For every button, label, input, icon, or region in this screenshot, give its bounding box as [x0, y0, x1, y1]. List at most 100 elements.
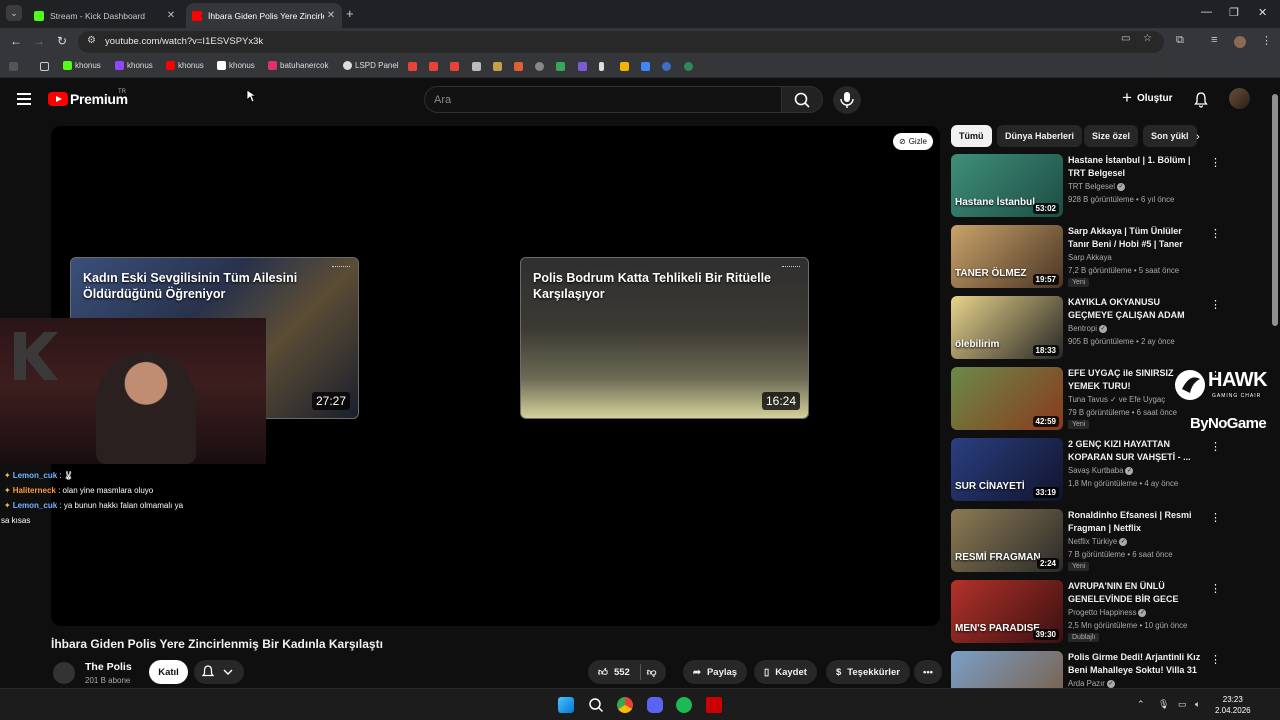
channel-name[interactable]: Progetto Happiness ✓	[1068, 608, 1147, 617]
browser-menu-icon[interactable]: ⋮	[1261, 34, 1272, 47]
recommended-video[interactable]: RESMİ FRAGMAN 2:24 Ronaldinho Efsanesi | R…	[951, 509, 1251, 573]
chip-recently-uploaded[interactable]: Son yükl	[1143, 125, 1197, 147]
tray-chevron-icon[interactable]: ⌃	[1137, 699, 1145, 710]
volume-icon[interactable]: 🔈︎	[1195, 699, 1200, 710]
endscreen-video-card[interactable]: Polis Bodrum Katta Tehlikeli Bir Ritüell…	[520, 257, 809, 419]
video-thumbnail[interactable]: MEN'S PARADISE 39:30	[951, 580, 1063, 643]
like-button[interactable]: 👍︎ 552 👎︎	[588, 660, 667, 684]
channel-name[interactable]: Bentropi ✓	[1068, 324, 1108, 333]
video-thumbnail[interactable]: TANER ÖLMEZ 19:57	[951, 225, 1063, 288]
video-title[interactable]: Ronaldinho Efsanesi | Resmi Fragman | Ne…	[1068, 509, 1204, 535]
gmail-icon[interactable]	[450, 62, 459, 71]
hide-endcards-button[interactable]: ⊘ Gizle	[893, 133, 933, 150]
channel-name[interactable]: Sarp Akkaya	[1068, 253, 1112, 262]
bookmark-icon[interactable]	[535, 62, 544, 71]
media-control-icon[interactable]: ≡	[1211, 34, 1217, 46]
youtube-logo-icon[interactable]	[48, 92, 68, 106]
notifications-button[interactable]	[1193, 91, 1209, 113]
thumbs-down-icon[interactable]: 👎︎	[647, 666, 657, 678]
share-button[interactable]: ➦ Paylaş	[683, 660, 748, 684]
bookmark-instagram[interactable]: batuhanercok	[268, 61, 328, 70]
streaming-app-icon[interactable]	[706, 697, 722, 713]
gmail-icon[interactable]	[429, 62, 438, 71]
close-icon[interactable]: ✕	[164, 10, 178, 21]
gmail-icon[interactable]	[408, 62, 417, 71]
channel-name[interactable]: TRT Belgesel ✓	[1068, 182, 1125, 191]
channel-avatar[interactable]	[53, 662, 75, 684]
more-options-icon[interactable]: ⋮	[1210, 582, 1221, 595]
scrollbar-thumb[interactable]	[1272, 94, 1278, 326]
cast-icon[interactable]: ▭	[1121, 33, 1130, 44]
channel-name[interactable]: Savaş Kurtbaba ✓	[1068, 466, 1134, 475]
minimize-icon[interactable]: —	[1201, 6, 1212, 18]
site-info-icon[interactable]: ⚙	[87, 35, 96, 46]
video-thumbnail[interactable]: SUR CİNAYETİ 33:19	[951, 438, 1063, 501]
bookmark-icon[interactable]	[599, 62, 604, 71]
recommended-video[interactable]: Hastane İstanbul 53:02 Hastane İstanbul | …	[951, 154, 1251, 218]
subscription-bell-button[interactable]	[194, 660, 244, 684]
video-title[interactable]: AVRUPA'NIN EN ÜNLÜ GENELEVİNDE BİR GECE	[1068, 580, 1204, 606]
drive-icon[interactable]	[641, 62, 650, 71]
forms-icon[interactable]	[578, 62, 587, 71]
bookmark-star-icon[interactable]: ☆	[1143, 33, 1152, 44]
video-thumbnail[interactable]: RESMİ FRAGMAN 2:24	[951, 509, 1063, 572]
forward-icon[interactable]: →	[33, 34, 45, 48]
close-icon[interactable]: ✕	[324, 10, 338, 21]
more-options-icon[interactable]: ⋮	[1210, 156, 1221, 169]
apps-icon[interactable]	[9, 62, 18, 71]
reload-icon[interactable]: ↻	[57, 34, 67, 48]
folder-icon[interactable]	[40, 62, 49, 71]
tray-mic-icon[interactable]: 🎙︎	[1158, 699, 1169, 710]
channel-name[interactable]: Arda Pazır ✓	[1068, 679, 1115, 688]
video-thumbnail[interactable]: Hastane İstanbul 53:02	[951, 154, 1063, 217]
video-title[interactable]: KAYIKLA OKYANUSU GEÇMEYE ÇALIŞAN ADAM	[1068, 296, 1204, 322]
channel-name[interactable]: The Polis	[85, 661, 132, 673]
network-icon[interactable]: ▭	[1178, 699, 1187, 710]
video-title[interactable]: Sarp Akkaya | Tüm Ünlüler Tanır Beni / H…	[1068, 225, 1204, 251]
restore-icon[interactable]: ❐	[1229, 6, 1239, 19]
menu-icon[interactable]	[17, 93, 31, 105]
search-button[interactable]	[781, 86, 823, 113]
more-options-icon[interactable]: ⋮	[1210, 440, 1221, 453]
profile-icon[interactable]	[1234, 36, 1246, 48]
channel-name[interactable]: Tuna Tavus ✓ ve Efe Uygaç	[1068, 395, 1165, 404]
tab-kick-dashboard[interactable]: Stream - Kick Dashboard ✕	[28, 3, 182, 28]
chip-for-you[interactable]: Size özel	[1084, 125, 1139, 147]
more-options-icon[interactable]: ⋮	[1210, 227, 1221, 240]
address-bar[interactable]: ⚙ youtube.com/watch?v=I1ESVSPYx3k	[78, 31, 1164, 53]
system-clock[interactable]: 23:23 2.04.2026	[1215, 694, 1251, 716]
taskbar-search-icon[interactable]	[588, 697, 604, 713]
extensions-icon[interactable]: ⧉	[1176, 34, 1184, 47]
bookmark-icon[interactable]	[493, 62, 502, 71]
more-options-icon[interactable]: ⋮	[1210, 298, 1221, 311]
more-options-icon[interactable]: ⋮	[1210, 653, 1221, 666]
spotify-icon[interactable]	[676, 697, 692, 713]
channel-name[interactable]: Netflix Türkiye ✓	[1068, 537, 1128, 546]
bookmark-khonus-twitch[interactable]: khonus	[115, 61, 153, 70]
video-thumbnail[interactable]: ölebilirim 18:33	[951, 296, 1063, 359]
tab-search-button[interactable]: ⌄	[6, 5, 22, 21]
tab-youtube-video[interactable]: İhbara Giden Polis Yere Zincirlen ✕	[186, 3, 342, 28]
recommended-video[interactable]: ölebilirim 18:33 KAYIKLA OKYANUSU GEÇMEYE …	[951, 296, 1251, 360]
start-menu-icon[interactable]	[558, 697, 574, 713]
back-icon[interactable]: ←	[10, 34, 22, 48]
bookmark-icon[interactable]	[662, 62, 671, 71]
create-button[interactable]: + Oluştur	[1122, 89, 1173, 106]
sheets-icon[interactable]	[556, 62, 565, 71]
docs-icon[interactable]	[472, 62, 481, 71]
video-title[interactable]: 2 GENÇ KIZI HAYATTAN KOPARAN SUR VAHŞETİ…	[1068, 438, 1204, 464]
more-actions-button[interactable]: •••	[914, 660, 942, 684]
bookmark-khonus-kick[interactable]: khonus	[63, 61, 101, 70]
new-tab-button[interactable]: +	[346, 6, 354, 21]
discord-icon[interactable]	[647, 697, 663, 713]
recommended-video[interactable]: MEN'S PARADISE 39:30 AVRUPA'NIN EN ÜNLÜ GE…	[951, 580, 1251, 644]
search-input[interactable]	[434, 92, 764, 108]
video-thumbnail[interactable]: 42:59	[951, 367, 1063, 430]
bookmark-khonus-youtube[interactable]: khonus	[166, 61, 204, 70]
bookmark-icon[interactable]	[514, 62, 523, 71]
chip-world-news[interactable]: Dünya Haberleri	[997, 125, 1083, 147]
video-title[interactable]: Hastane İstanbul | 1. Bölüm | TRT Belges…	[1068, 154, 1204, 180]
chevron-right-icon[interactable]: ›	[1196, 131, 1200, 143]
window-close-icon[interactable]: ✕	[1258, 6, 1267, 19]
save-button[interactable]: ▯ Kaydet	[754, 660, 817, 684]
